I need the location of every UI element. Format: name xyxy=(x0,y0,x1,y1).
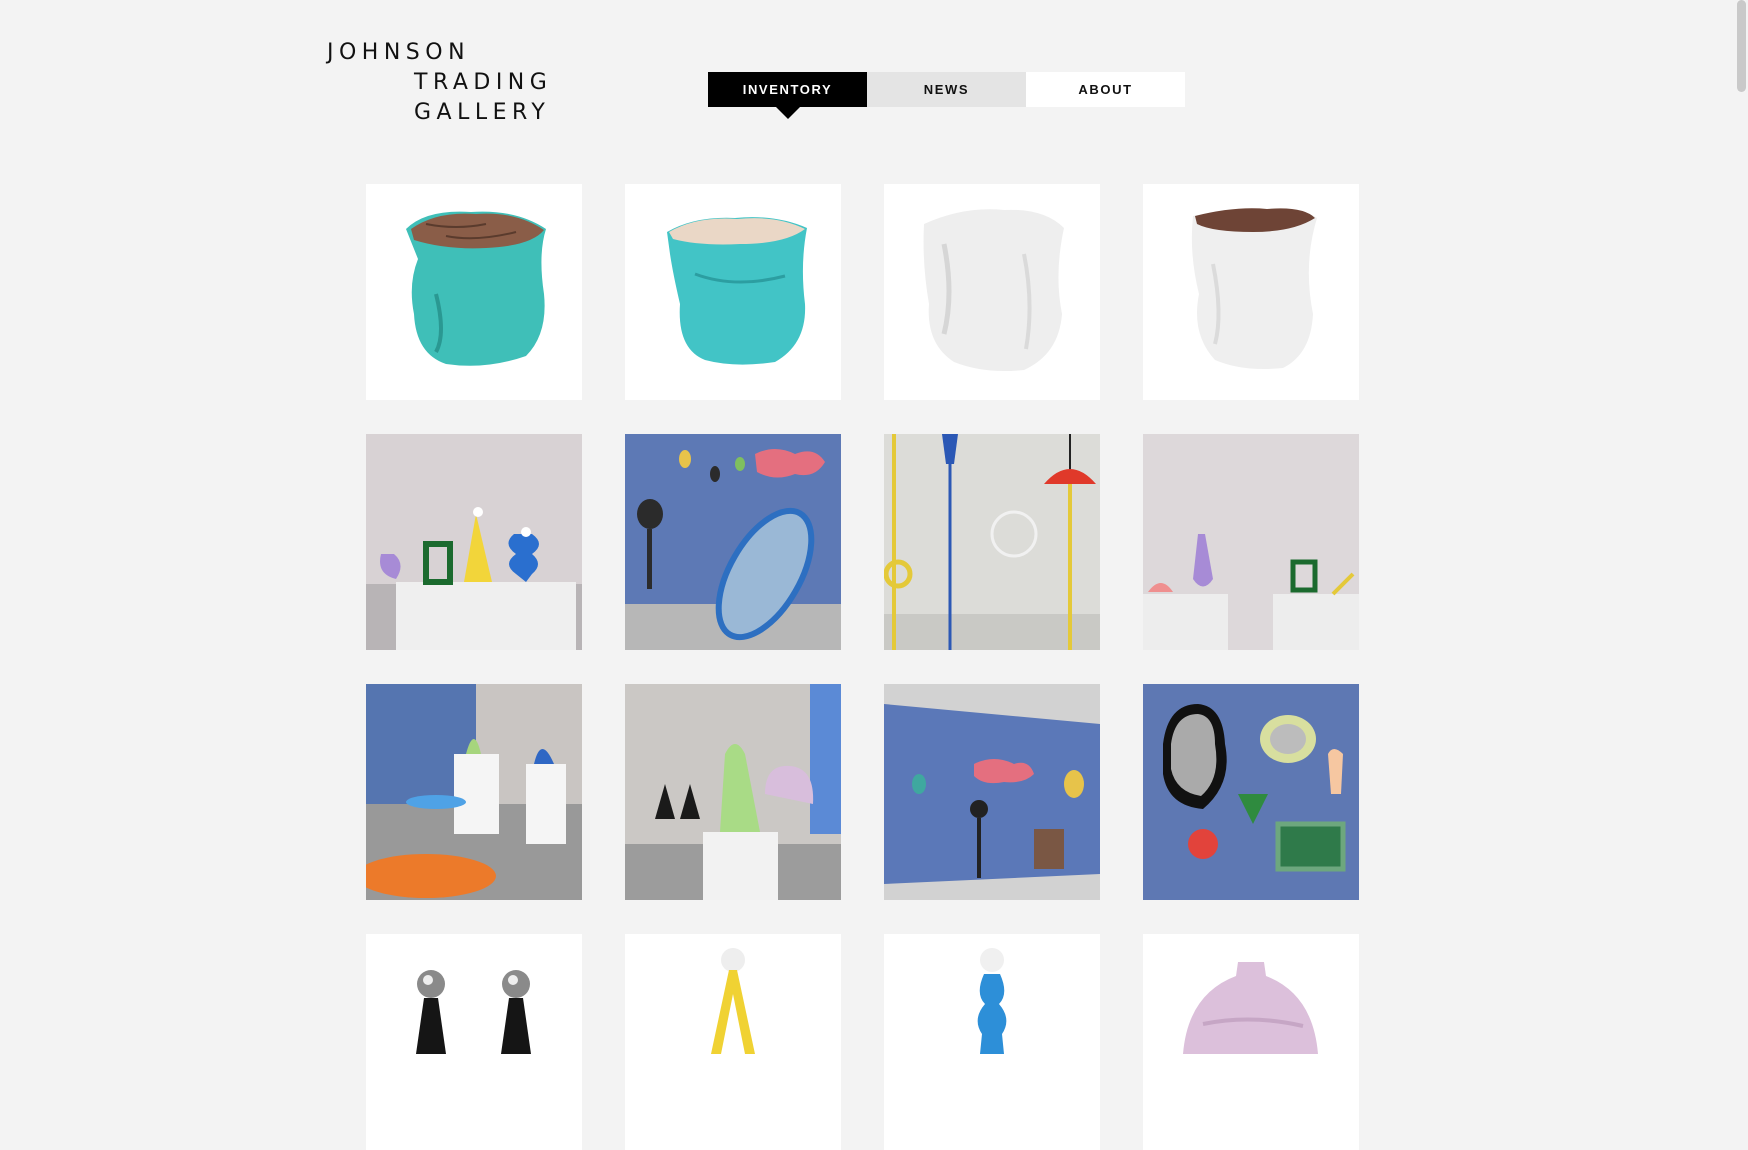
blue-wall-mirrors-photo xyxy=(884,684,1100,900)
grid-item-white-stool[interactable] xyxy=(884,184,1100,400)
logo-line-2: TRADING xyxy=(414,70,553,95)
page-scrollbar[interactable] xyxy=(1734,0,1748,1040)
nav-news-label: NEWS xyxy=(923,82,970,97)
pedestal-lamps-photo xyxy=(1143,434,1359,650)
gallery-room-photo xyxy=(366,684,582,900)
turquoise-stool-light-image xyxy=(625,184,841,400)
main-nav: INVENTORY NEWS ABOUT xyxy=(708,72,1185,119)
white-stool-wood-image xyxy=(1143,184,1359,400)
grid-item-black-lamps-pair[interactable] xyxy=(366,934,582,1150)
nav-about-label: ABOUT xyxy=(1078,82,1133,97)
grid-item-blue-lamp[interactable] xyxy=(884,934,1100,1150)
turquoise-stool-image xyxy=(366,184,582,400)
grid-item-turquoise-stool-wood-top[interactable] xyxy=(366,184,582,400)
nav-news[interactable]: NEWS xyxy=(867,72,1026,107)
logo-line-3: GALLERY xyxy=(414,100,551,125)
grid-item-gallery-room-view[interactable] xyxy=(366,684,582,900)
yellow-lamp-image xyxy=(625,934,841,1150)
grid-item-hanging-lamps[interactable] xyxy=(884,434,1100,650)
grid-item-blue-wall-mirrors-wide[interactable] xyxy=(884,684,1100,900)
blue-lamp-image xyxy=(884,934,1100,1150)
pink-vase-image xyxy=(1143,934,1359,1150)
grid-item-white-stool-wood-top[interactable] xyxy=(1143,184,1359,400)
nav-about[interactable]: ABOUT xyxy=(1026,72,1185,107)
grid-item-pedestal-lamps-pastel[interactable] xyxy=(1143,434,1359,650)
scrollbar-thumb[interactable] xyxy=(1737,0,1746,92)
grid-item-pink-vase[interactable] xyxy=(1143,934,1359,1150)
nav-inventory[interactable]: INVENTORY xyxy=(708,72,867,119)
grid-item-green-lamp-pedestal[interactable] xyxy=(625,684,841,900)
white-stool-image xyxy=(884,184,1100,400)
grid-item-mirrors-wall-blue[interactable] xyxy=(625,434,841,650)
lamps-pedestal-photo xyxy=(366,434,582,650)
nav-inventory-label: INVENTORY xyxy=(742,82,833,97)
grid-item-mirrors-closeup[interactable] xyxy=(1143,684,1359,900)
active-nav-pointer xyxy=(775,107,800,119)
black-lamps-image xyxy=(366,934,582,1150)
gallery-logo[interactable]: JOHNSON TRADING GALLERY xyxy=(327,38,552,128)
logo-line-1: JOHNSON xyxy=(327,40,471,65)
grid-item-yellow-floor-lamp[interactable] xyxy=(625,934,841,1150)
mirrors-closeup-photo xyxy=(1143,684,1359,900)
grid-item-lamps-on-pedestal[interactable] xyxy=(366,434,582,650)
hanging-lamps-photo xyxy=(884,434,1100,650)
green-lamp-photo xyxy=(625,684,841,900)
grid-item-turquoise-stool-light-top[interactable] xyxy=(625,184,841,400)
mirrors-wall-photo xyxy=(625,434,841,650)
